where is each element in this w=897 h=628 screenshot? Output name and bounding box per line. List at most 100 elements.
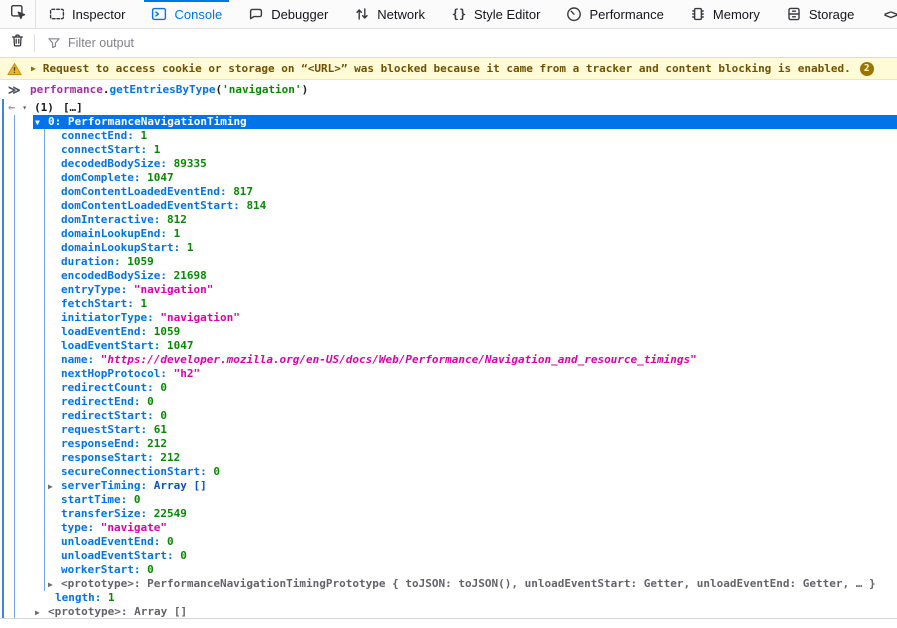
tree-row[interactable]: unloadEventEnd: 0 bbox=[0, 535, 897, 549]
tab-label: Memory bbox=[713, 7, 760, 22]
tree-row[interactable]: nextHopProtocol: "h2" bbox=[0, 367, 897, 381]
tree-row[interactable]: transferSize: 22549 bbox=[0, 507, 897, 521]
property-name: loadEventStart: bbox=[61, 339, 167, 352]
collapse-node-icon[interactable]: ▼ bbox=[35, 116, 48, 130]
tree-row[interactable]: responseEnd: 212 bbox=[0, 437, 897, 451]
property-name: responseStart: bbox=[61, 451, 160, 464]
property-name: unloadEventStart: bbox=[61, 549, 180, 562]
property-name: type: bbox=[61, 521, 101, 534]
property-value: 212 bbox=[160, 451, 180, 464]
expand-node-icon[interactable]: ▶ bbox=[48, 578, 61, 592]
tab-console[interactable]: Console bbox=[138, 0, 235, 28]
result-header-row[interactable]: ← ▾ (1) […] bbox=[0, 99, 897, 115]
return-value-arrow-icon: ← bbox=[8, 100, 15, 114]
tab-label: Network bbox=[377, 7, 425, 22]
filter-input-wrap bbox=[35, 36, 897, 50]
tree-row[interactable]: decodedBodySize: 89335 bbox=[0, 157, 897, 171]
property-value: 1059 bbox=[154, 325, 181, 338]
array-length-label: (1) bbox=[34, 101, 54, 114]
tree-row[interactable]: domInteractive: 812 bbox=[0, 213, 897, 227]
tab-memory[interactable]: Memory bbox=[677, 0, 773, 28]
tree-row[interactable]: ▶<prototype>: PerformanceNavigationTimin… bbox=[0, 577, 897, 591]
tree-row[interactable]: domComplete: 1047 bbox=[0, 171, 897, 185]
funnel-icon bbox=[47, 36, 61, 50]
property-name: transferSize: bbox=[61, 507, 154, 520]
tree-row[interactable]: redirectCount: 0 bbox=[0, 381, 897, 395]
command-code: performance.getEntriesByType('navigation… bbox=[30, 83, 308, 96]
accessibility-icon bbox=[880, 6, 881, 22]
element-picker-button[interactable] bbox=[0, 0, 36, 28]
console-filter-bar bbox=[0, 29, 897, 58]
input-prompt-icon: ≫ bbox=[8, 83, 24, 97]
property-name: responseEnd: bbox=[61, 437, 147, 450]
tree-row[interactable]: ▶serverTiming: Array [] bbox=[0, 479, 897, 493]
more-tabs-chevron-icon[interactable]: <> bbox=[882, 0, 897, 28]
property-value: 1 bbox=[154, 143, 161, 156]
property-name: nextHopProtocol: bbox=[61, 367, 174, 380]
tree-row[interactable]: initiatorType: "navigation" bbox=[0, 311, 897, 325]
filter-output-input[interactable] bbox=[68, 36, 897, 50]
tree-row[interactable]: encodedBodySize: 21698 bbox=[0, 269, 897, 283]
debugger-icon bbox=[248, 6, 264, 22]
tree-row[interactable]: loadEventStart: 1047 bbox=[0, 339, 897, 353]
tree-row[interactable]: redirectEnd: 0 bbox=[0, 395, 897, 409]
property-name: loadEventEnd: bbox=[61, 325, 154, 338]
property-name: duration: bbox=[61, 255, 127, 268]
tree-row[interactable]: ▼0: PerformanceNavigationTiming bbox=[0, 115, 897, 129]
tab-inspector[interactable]: Inspector bbox=[36, 0, 138, 28]
property-value: 1 bbox=[174, 227, 181, 240]
property-name: redirectEnd: bbox=[61, 395, 147, 408]
tab-label: Inspector bbox=[72, 7, 125, 22]
expand-warning-icon[interactable]: ▶ bbox=[31, 64, 36, 73]
tree-row[interactable]: name: "https://developer.mozilla.org/en-… bbox=[0, 353, 897, 367]
tree-row[interactable]: startTime: 0 bbox=[0, 493, 897, 507]
tree-row[interactable]: workerStart: 0 bbox=[0, 563, 897, 577]
collapse-array-icon[interactable]: ▾ bbox=[22, 103, 27, 112]
tree-row[interactable]: connectStart: 1 bbox=[0, 143, 897, 157]
code-token: performance bbox=[30, 83, 103, 96]
tree-row[interactable]: redirectStart: 0 bbox=[0, 409, 897, 423]
network-icon bbox=[354, 6, 370, 22]
tree-row[interactable]: loadEventEnd: 1059 bbox=[0, 325, 897, 339]
tree-row[interactable]: domContentLoadedEventStart: 814 bbox=[0, 199, 897, 213]
property-value: 1047 bbox=[147, 171, 174, 184]
tree-row[interactable]: responseStart: 212 bbox=[0, 451, 897, 465]
expand-node-icon[interactable]: ▶ bbox=[35, 606, 48, 619]
tree-row[interactable]: unloadEventStart: 0 bbox=[0, 549, 897, 563]
tab-label: Performance bbox=[589, 7, 663, 22]
tab-debugger[interactable]: Debugger bbox=[235, 0, 341, 28]
tree-row[interactable]: domainLookupStart: 1 bbox=[0, 241, 897, 255]
tree-row[interactable]: domainLookupEnd: 1 bbox=[0, 227, 897, 241]
console-icon bbox=[151, 6, 167, 22]
tree-row[interactable]: domContentLoadedEventEnd: 817 bbox=[0, 185, 897, 199]
property-value: 0 bbox=[147, 563, 154, 576]
console-warning-row[interactable]: ▶ Request to access cookie or storage on… bbox=[0, 58, 897, 80]
svg-text:{}: {} bbox=[452, 7, 466, 21]
tab-network[interactable]: Network bbox=[341, 0, 438, 28]
property-value: 812 bbox=[167, 213, 187, 226]
property-value: 1 bbox=[187, 241, 194, 254]
tree-row[interactable]: requestStart: 61 bbox=[0, 423, 897, 437]
expand-node-icon[interactable]: ▶ bbox=[48, 480, 61, 494]
property-value: 0 bbox=[213, 465, 220, 478]
inspector-icon bbox=[49, 6, 65, 22]
tab-style-editor[interactable]: {}Style Editor bbox=[438, 0, 553, 28]
tree-row[interactable]: type: "navigate" bbox=[0, 521, 897, 535]
tab-accessibility[interactable]: Accessibility bbox=[867, 0, 881, 28]
tab-performance[interactable]: Performance bbox=[553, 0, 676, 28]
clear-console-button[interactable] bbox=[0, 33, 34, 53]
property-name: connectStart: bbox=[61, 143, 154, 156]
tree-row[interactable]: length: 1 bbox=[0, 591, 897, 605]
tree-row[interactable]: secureConnectionStart: 0 bbox=[0, 465, 897, 479]
tree-row[interactable]: duration: 1059 bbox=[0, 255, 897, 269]
property-value: 21698 bbox=[174, 269, 207, 282]
tab-storage[interactable]: Storage bbox=[773, 0, 868, 28]
property-value: 0 bbox=[167, 535, 174, 548]
property-name: domContentLoadedEventStart: bbox=[61, 199, 246, 212]
tree-row[interactable]: ▶<prototype>: Array [] bbox=[0, 605, 897, 619]
tree-row[interactable]: connectEnd: 1 bbox=[0, 129, 897, 143]
property-name: domainLookupEnd: bbox=[61, 227, 174, 240]
tree-row[interactable]: fetchStart: 1 bbox=[0, 297, 897, 311]
object-tree: ▼0: PerformanceNavigationTimingconnectEn… bbox=[0, 115, 897, 619]
tree-row[interactable]: entryType: "navigation" bbox=[0, 283, 897, 297]
